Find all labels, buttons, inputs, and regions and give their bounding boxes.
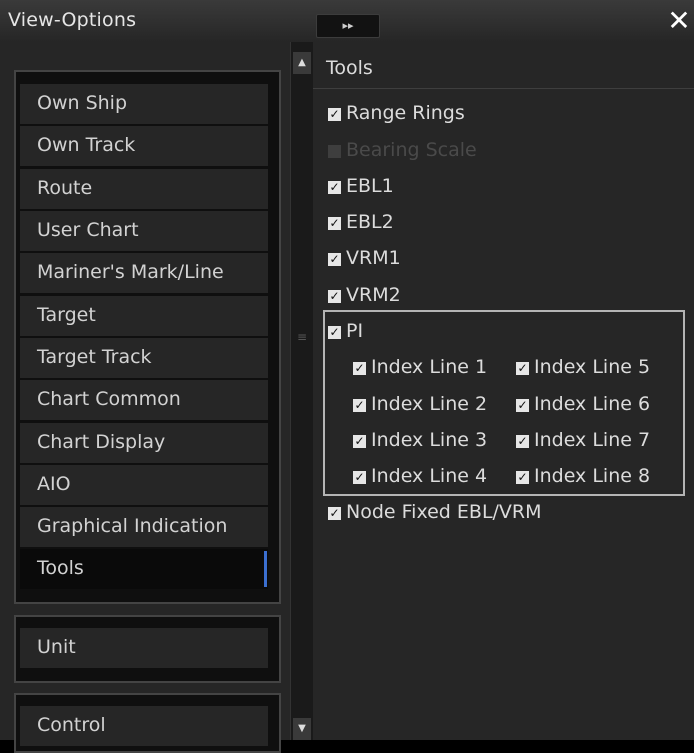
menu-item-route[interactable]: Route	[20, 169, 268, 209]
tools-pane: Tools ✓ Range Rings ✓ Bearing Scale ✓ EBL1 …	[313, 42, 694, 740]
checkbox-checked-icon[interactable]: ✓	[328, 181, 341, 194]
menu-item-graphical-indication[interactable]: Graphical Indication	[20, 507, 268, 547]
menu-item-user-chart[interactable]: User Chart	[20, 211, 268, 251]
option-label: Index Line 2	[371, 393, 488, 415]
menu-item-aio[interactable]: AIO	[20, 465, 268, 505]
collapse-button[interactable]: ▸▸	[316, 14, 380, 38]
option-index-line-5[interactable]: ✓ Index Line 5	[516, 354, 650, 380]
menu-item-chart-display[interactable]: Chart Display	[20, 423, 268, 463]
scroll-grip-icon[interactable]: ≡	[296, 331, 308, 343]
menu-item-own-track[interactable]: Own Track	[20, 126, 268, 166]
selection-indicator	[264, 551, 267, 587]
checkbox-checked-icon[interactable]: ✓	[516, 435, 529, 448]
menu-item-target[interactable]: Target	[20, 296, 268, 336]
checkbox-checked-icon[interactable]: ✓	[328, 108, 341, 121]
checkbox-checked-icon[interactable]: ✓	[328, 507, 341, 520]
menu-item-control[interactable]: Control	[20, 706, 268, 746]
scroll-up-icon[interactable]: ▲	[293, 52, 311, 74]
option-label: EBL2	[346, 211, 394, 233]
checkbox-checked-icon[interactable]: ✓	[353, 399, 366, 412]
option-vrm2[interactable]: ✓ VRM2	[328, 282, 401, 308]
menu-item-target-track[interactable]: Target Track	[20, 338, 268, 378]
category-menu-pane: Own Ship Own Track Route User Chart Mari…	[0, 42, 290, 753]
option-label: Bearing Scale	[346, 139, 477, 161]
section-divider	[313, 88, 694, 89]
checkbox-disabled-icon: ✓	[328, 144, 341, 158]
scroll-down-icon[interactable]: ▼	[293, 718, 311, 740]
menu-item-tools[interactable]: Tools	[20, 549, 268, 589]
option-label: Index Line 1	[371, 356, 488, 378]
option-label: PI	[346, 320, 364, 342]
title-bar: View-Options ▸▸ ✕	[0, 0, 694, 43]
option-label: VRM2	[346, 284, 401, 306]
checkbox-checked-icon[interactable]: ✓	[516, 362, 529, 375]
option-label: Index Line 3	[371, 429, 488, 451]
menu-item-mariners-mark-line[interactable]: Mariner's Mark/Line	[20, 253, 268, 293]
checkbox-checked-icon[interactable]: ✓	[328, 326, 341, 339]
option-ebl1[interactable]: ✓ EBL1	[328, 173, 394, 199]
section-title: Tools	[326, 57, 373, 79]
option-label: VRM1	[346, 247, 401, 269]
option-label: Index Line 7	[534, 429, 651, 451]
option-index-line-4[interactable]: ✓ Index Line 4	[353, 463, 487, 489]
option-label: Index Line 8	[534, 465, 651, 487]
option-bearing-scale: ✓ Bearing Scale	[328, 137, 477, 163]
checkbox-checked-icon[interactable]: ✓	[328, 217, 341, 230]
option-ebl2[interactable]: ✓ EBL2	[328, 209, 394, 235]
option-node-fixed-ebl-vrm[interactable]: ✓ Node Fixed EBL/VRM	[328, 499, 542, 525]
option-range-rings[interactable]: ✓ Range Rings	[328, 100, 465, 126]
option-label: Node Fixed EBL/VRM	[346, 501, 542, 523]
option-vrm1[interactable]: ✓ VRM1	[328, 245, 401, 271]
option-label: Index Line 6	[534, 393, 651, 415]
option-pi[interactable]: ✓ PI	[328, 318, 363, 344]
window-title: View-Options	[8, 9, 137, 31]
option-label: EBL1	[346, 175, 394, 197]
option-index-line-1[interactable]: ✓ Index Line 1	[353, 354, 487, 380]
option-index-line-6[interactable]: ✓ Index Line 6	[516, 391, 650, 417]
option-label: Index Line 4	[371, 465, 488, 487]
menu-item-chart-common[interactable]: Chart Common	[20, 380, 268, 420]
close-button[interactable]: ✕	[664, 6, 694, 36]
checkbox-checked-icon[interactable]: ✓	[353, 435, 366, 448]
option-label: Index Line 5	[534, 356, 651, 378]
checkbox-checked-icon[interactable]: ✓	[328, 290, 341, 303]
option-index-line-2[interactable]: ✓ Index Line 2	[353, 391, 487, 417]
option-label: Range Rings	[346, 102, 465, 124]
menu-scrollbar[interactable]: ▲ ≡ ▼	[290, 42, 313, 740]
option-index-line-8[interactable]: ✓ Index Line 8	[516, 463, 650, 489]
menu-item-own-ship[interactable]: Own Ship	[20, 84, 268, 124]
menu-item-unit[interactable]: Unit	[20, 628, 268, 668]
checkbox-checked-icon[interactable]: ✓	[516, 399, 529, 412]
checkbox-checked-icon[interactable]: ✓	[353, 471, 366, 484]
checkbox-checked-icon[interactable]: ✓	[516, 471, 529, 484]
option-index-line-7[interactable]: ✓ Index Line 7	[516, 427, 650, 453]
checkbox-checked-icon[interactable]: ✓	[353, 362, 366, 375]
option-index-line-3[interactable]: ✓ Index Line 3	[353, 427, 487, 453]
checkbox-checked-icon[interactable]: ✓	[328, 253, 341, 266]
